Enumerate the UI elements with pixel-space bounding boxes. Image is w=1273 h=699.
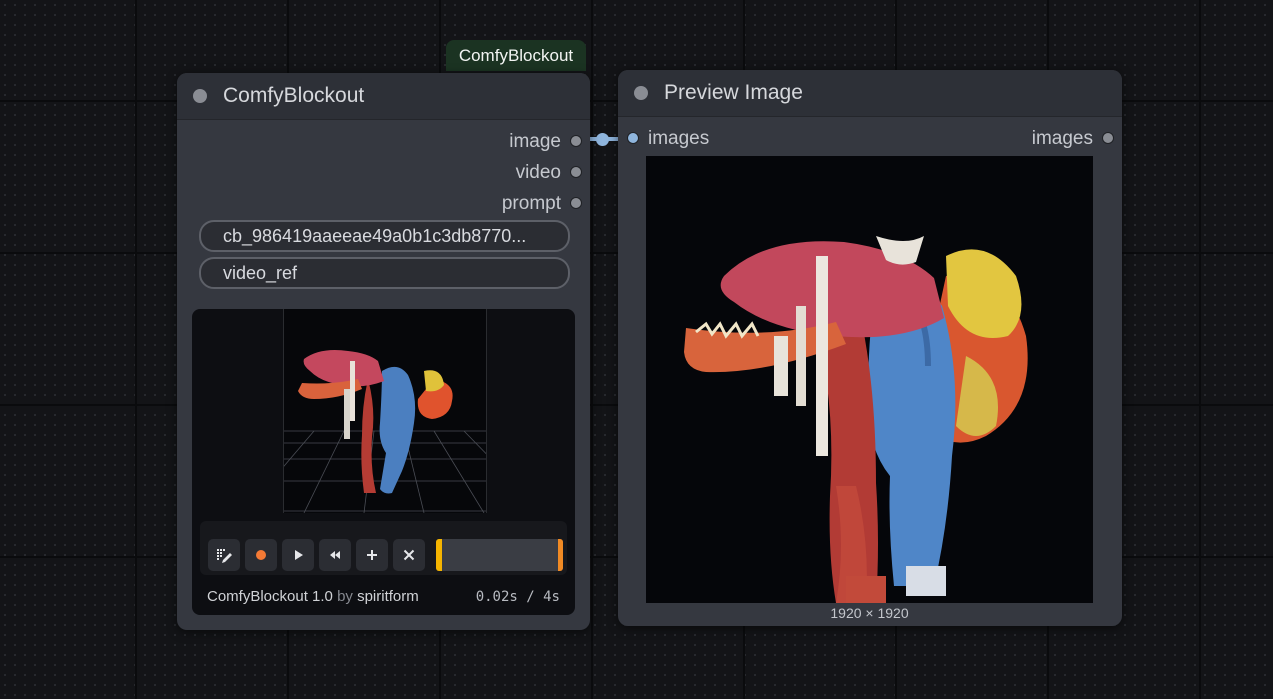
output-slot-prompt[interactable] (570, 197, 582, 209)
timeline-end-marker[interactable] (558, 539, 563, 571)
viewport-3d[interactable] (283, 309, 487, 513)
record-icon[interactable] (245, 539, 277, 571)
blockout-character (298, 350, 453, 494)
playback-time: 0.02s / 4s (475, 589, 560, 605)
output-label-video: video (515, 162, 561, 183)
image-dimensions: 1920 × 1920 (830, 605, 909, 621)
timeline-scrubber[interactable] (436, 539, 563, 571)
blockout-viewer[interactable]: ComfyBlockout 1.0 by spiritform 0.02s / … (192, 309, 575, 615)
output-label-prompt: prompt (501, 193, 561, 214)
timeline-playhead[interactable] (436, 539, 442, 571)
collapse-dot-icon[interactable] (193, 89, 207, 103)
output-label-images: images (1031, 128, 1093, 149)
plugin-credit: ComfyBlockout 1.0 by spiritform (207, 588, 419, 605)
output-label-image: image (509, 131, 561, 152)
group-badge[interactable]: ComfyBlockout (446, 40, 586, 71)
author-name: spiritform (357, 588, 419, 605)
output-slot-image[interactable] (570, 135, 582, 147)
preview-image[interactable] (646, 156, 1093, 603)
playback-controls (200, 521, 567, 575)
video-ref-field[interactable]: video_ref (199, 257, 570, 289)
node-title: Preview Image (664, 81, 803, 104)
character-render (684, 236, 1028, 603)
play-icon[interactable] (282, 539, 314, 571)
rewind-icon[interactable] (319, 539, 351, 571)
node-header[interactable]: Preview Image (618, 70, 1122, 117)
output-slot-video[interactable] (570, 166, 582, 178)
scene-id-field[interactable]: cb_986419aaeeae49a0b1c3db8770... (199, 220, 570, 252)
node-header[interactable]: ComfyBlockout (177, 73, 590, 120)
input-slot-images[interactable] (627, 132, 639, 144)
close-icon[interactable] (393, 539, 425, 571)
viewport-scene (284, 350, 486, 513)
node-title: ComfyBlockout (223, 84, 365, 107)
grid-pencil-icon[interactable] (208, 539, 240, 571)
product-name: ComfyBlockout 1.0 (207, 588, 333, 605)
link-midpoint-handle[interactable] (596, 133, 609, 146)
collapse-dot-icon[interactable] (634, 86, 648, 100)
input-label-images: images (648, 128, 710, 149)
credit-by: by (337, 588, 353, 605)
plus-icon[interactable] (356, 539, 388, 571)
output-slot-images[interactable] (1102, 132, 1114, 144)
